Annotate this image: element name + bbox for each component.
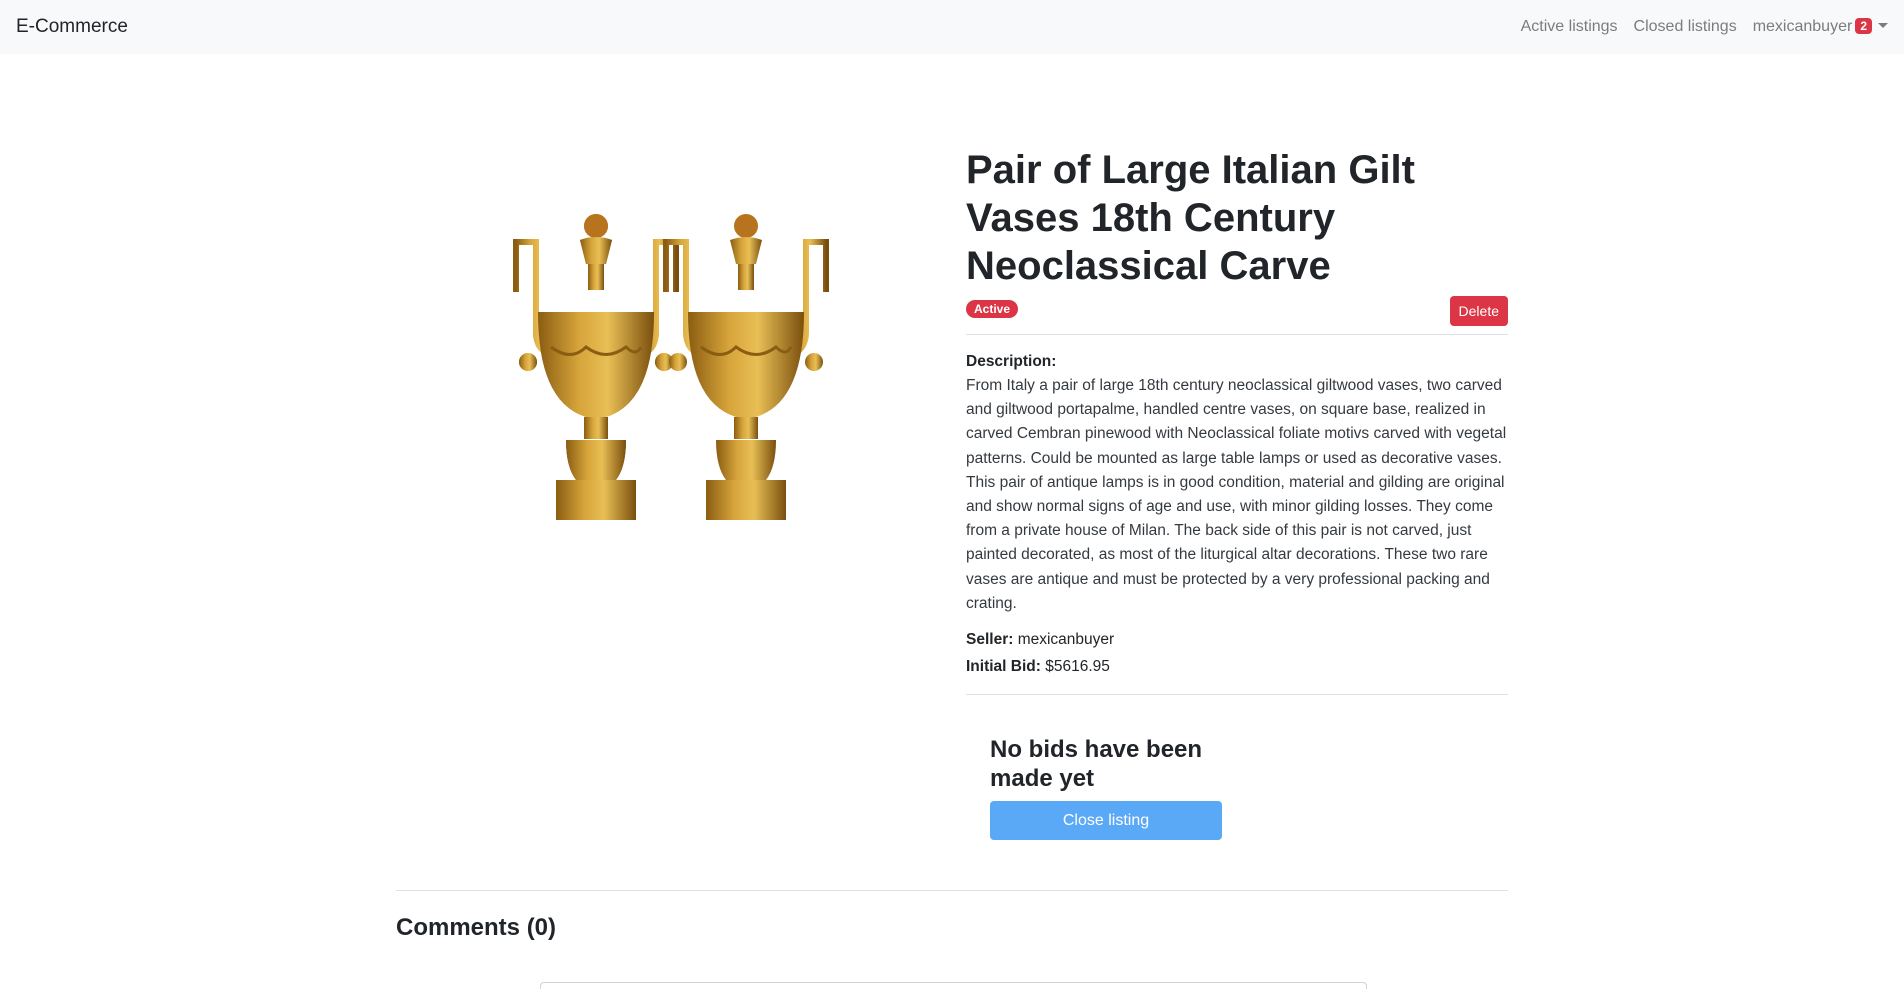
brand-link[interactable]: E-Commerce: [16, 16, 128, 38]
status-row: Active Delete: [966, 296, 1508, 335]
delete-button[interactable]: Delete: [1449, 296, 1508, 326]
listing-details: Pair of Large Italian Gilt Vases 18th Ce…: [966, 146, 1508, 841]
description-label: Description:: [966, 353, 1057, 370]
initial-bid-row: Initial Bid: $5616.95: [966, 653, 1508, 680]
top-navbar: E-Commerce Active listings Closed listin…: [0, 0, 1904, 54]
nav-links: Active listings Closed listings mexicanb…: [1521, 18, 1888, 36]
description-text: From Italy a pair of large 18th century …: [966, 377, 1507, 612]
no-bids-heading: No bids have been made yet: [990, 736, 1203, 793]
listing-meta: Seller: mexicanbuyer Initial Bid: $5616.…: [966, 626, 1508, 680]
seller-value: mexicanbuyer: [1017, 631, 1115, 649]
chevron-down-icon: [1878, 23, 1888, 28]
divider: [966, 694, 1508, 696]
username-label: mexicanbuyer: [1752, 18, 1853, 35]
nav-active-listings[interactable]: Active listings: [1521, 18, 1618, 36]
seller-label: Seller:: [966, 631, 1014, 649]
listing-title: Pair of Large Italian Gilt Vases 18th Ce…: [966, 148, 1415, 288]
initial-bid-value: $5616.95: [1045, 658, 1110, 676]
nav-closed-listings[interactable]: Closed listings: [1634, 18, 1737, 36]
seller-row: Seller: mexicanbuyer: [966, 626, 1508, 653]
user-dropdown[interactable]: mexicanbuyer 2: [1753, 18, 1888, 36]
close-listing-button[interactable]: Close listing: [990, 801, 1222, 841]
initial-bid-label: Initial Bid:: [966, 658, 1041, 676]
gilt-vases-image: [513, 212, 856, 592]
bid-section: No bids have been made yet Close listing: [990, 735, 1222, 841]
comments-title: Comments (0): [396, 914, 557, 941]
status-badge: Active: [966, 300, 1019, 318]
comments-divider: [396, 890, 1508, 891]
comment-input[interactable]: [540, 982, 1367, 989]
notification-badge: 2: [1855, 18, 1872, 34]
